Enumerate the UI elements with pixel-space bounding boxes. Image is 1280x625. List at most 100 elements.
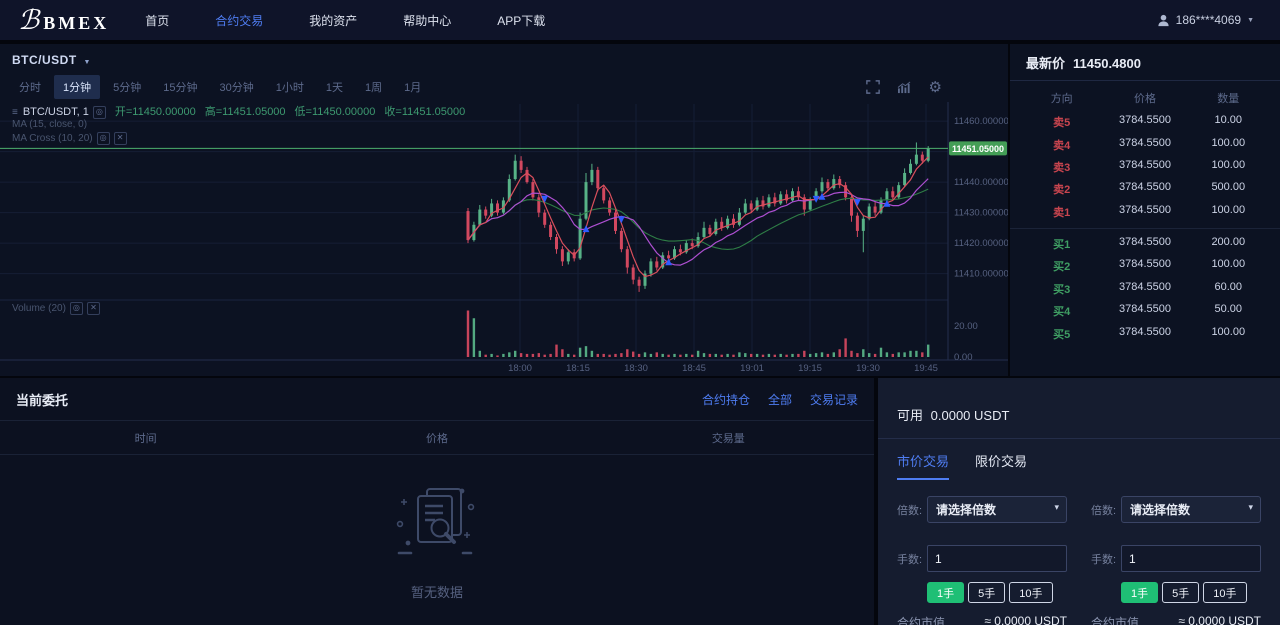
orders-link-0[interactable]: 合约持仓 — [702, 391, 750, 408]
timeframe-tab-8[interactable]: 1月 — [395, 75, 430, 99]
visibility-toggle-icon[interactable]: ◎ — [70, 302, 83, 315]
last-price-value: 11450.4800 — [1073, 56, 1141, 71]
timeframe-tab-4[interactable]: 30分钟 — [211, 75, 263, 99]
order-book-column-header: 价格 — [1097, 90, 1192, 106]
close-icon[interactable]: ✕ — [87, 302, 100, 315]
timeframe-tab-5[interactable]: 1小时 — [267, 75, 313, 99]
order-qty: 200.00 — [1193, 236, 1264, 252]
order-book-row[interactable]: 买23784.5500100.00 — [1010, 255, 1280, 277]
order-book-row[interactable]: 买53784.5500100.00 — [1010, 322, 1280, 344]
leverage-select[interactable]: 请选择倍数 — [927, 496, 1067, 523]
orders-link-2[interactable]: 交易记录 — [810, 391, 858, 408]
timeframe-tab-6[interactable]: 1天 — [317, 75, 352, 99]
order-price: 3784.5500 — [1097, 114, 1192, 130]
nav-item-1[interactable]: 合约交易 — [215, 12, 263, 29]
order-book-row[interactable]: 卖43784.5500100.00 — [1010, 133, 1280, 155]
chevron-down-icon: ▼ — [1247, 17, 1254, 24]
quick-amount-button-2[interactable]: 10手 — [1009, 582, 1052, 603]
amount-input[interactable] — [927, 545, 1067, 572]
leverage-select[interactable]: 请选择倍数 — [1121, 496, 1261, 523]
contract-value-row: 合约市值≈ 0.0000 USDT — [897, 614, 1067, 625]
order-book-column-header: 方向 — [1026, 90, 1097, 106]
timeframe-tab-1[interactable]: 1分钟 — [54, 75, 100, 99]
quick-amount-button-1[interactable]: 5手 — [1162, 582, 1199, 603]
available-value: 0.0000 USDT — [931, 408, 1010, 423]
timeframe-tab-2[interactable]: 5分钟 — [104, 75, 150, 99]
order-qty: 50.00 — [1193, 303, 1264, 319]
orders-table-columns: 时间价格交易量 — [0, 421, 874, 455]
trade-form-sell: 倍数:请选择倍数▾手数:1手5手10手合约市值≈ 0.0000 USDT — [1091, 496, 1261, 625]
open-orders-title: 当前委托 — [16, 390, 68, 409]
order-price: 3784.5500 — [1097, 181, 1192, 197]
contract-value-amount: ≈ 0.0000 USDT — [1178, 614, 1261, 625]
order-book-column-header: 数量 — [1193, 90, 1264, 106]
order-side-label: 买1 — [1026, 236, 1097, 252]
timeframe-tab-0[interactable]: 分时 — [10, 75, 50, 99]
order-price: 3784.5500 — [1097, 258, 1192, 274]
chart-panel: BTC/USDT ▼ 分时1分钟5分钟15分钟30分钟1小时1天1周1月 ⚙ 1… — [0, 44, 1008, 376]
ma-cross-indicator-label: MA Cross (10, 20)◎✕ — [12, 132, 127, 145]
order-book-row[interactable]: 卖33784.5500100.00 — [1010, 156, 1280, 178]
brand-logo[interactable]: ℬ BMEX — [18, 7, 109, 34]
order-book-row[interactable]: 卖23784.5500500.00 — [1010, 178, 1280, 200]
open-orders-panel: 当前委托 合约持仓全部交易记录 时间价格交易量 暂无数据 — [0, 378, 874, 625]
order-book-row[interactable]: 卖13784.5500100.00 — [1010, 201, 1280, 223]
order-price: 3784.5500 — [1097, 326, 1192, 342]
symbol-label: BTC/USDT — [12, 53, 77, 67]
quick-amount-button-2[interactable]: 10手 — [1203, 582, 1246, 603]
leverage-label: 倍数: — [897, 502, 927, 518]
leverage-row: 倍数:请选择倍数▾ — [1091, 496, 1261, 523]
nav-item-4[interactable]: APP下载 — [497, 12, 545, 29]
order-book-row[interactable]: 卖53784.550010.00 — [1010, 111, 1280, 133]
indicator-icon[interactable] — [897, 81, 912, 94]
settings-gear-icon[interactable]: ⚙ — [929, 78, 942, 96]
quick-amount-button-0[interactable]: 1手 — [1121, 582, 1158, 603]
user-phone: 186****4069 — [1176, 13, 1241, 27]
order-qty: 100.00 — [1193, 258, 1264, 274]
nav-item-2[interactable]: 我的资产 — [309, 12, 357, 29]
timeframe-tabs: 分时1分钟5分钟15分钟30分钟1小时1天1周1月 — [10, 75, 430, 99]
svg-text:11420.00000: 11420.00000 — [954, 238, 1008, 249]
svg-text:11451.05000: 11451.05000 — [952, 144, 1004, 154]
order-side-label: 卖3 — [1026, 159, 1097, 175]
svg-text:18:30: 18:30 — [624, 363, 648, 374]
trade-tab-0[interactable]: 市价交易 — [897, 451, 949, 480]
order-qty: 60.00 — [1193, 281, 1264, 297]
order-side-label: 卖5 — [1026, 114, 1097, 130]
timeframe-tab-3[interactable]: 15分钟 — [154, 75, 206, 99]
order-price: 3784.5500 — [1097, 236, 1192, 252]
trade-forms: 倍数:请选择倍数▾手数:1手5手10手合约市值≈ 0.0000 USDT倍数:请… — [878, 480, 1280, 625]
svg-text:18:15: 18:15 — [566, 363, 590, 374]
order-side-label: 买3 — [1026, 281, 1097, 297]
menu-icon[interactable]: ≡ — [12, 107, 18, 118]
quick-amount-buttons: 1手5手10手 — [1121, 582, 1261, 603]
orders-link-1[interactable]: 全部 — [768, 391, 792, 408]
order-book-row[interactable]: 买13784.5500200.00 — [1010, 233, 1280, 255]
svg-text:19:15: 19:15 — [798, 363, 822, 374]
visibility-toggle-icon[interactable]: ◎ — [93, 106, 106, 119]
nav-item-0[interactable]: 首页 — [145, 12, 169, 29]
symbol-selector[interactable]: BTC/USDT ▼ — [12, 53, 91, 67]
ma-indicator-label: MA (15, close, 0) — [12, 119, 87, 130]
order-qty: 10.00 — [1193, 114, 1264, 130]
trade-tab-1[interactable]: 限价交易 — [975, 451, 1027, 480]
timeframe-tab-7[interactable]: 1周 — [356, 75, 391, 99]
order-book-row[interactable]: 买33784.550060.00 — [1010, 278, 1280, 300]
nav-item-3[interactable]: 帮助中心 — [403, 12, 451, 29]
order-price: 3784.5500 — [1097, 281, 1192, 297]
quick-amount-button-0[interactable]: 1手 — [927, 582, 964, 603]
quick-amount-button-1[interactable]: 5手 — [968, 582, 1005, 603]
amount-input[interactable] — [1121, 545, 1261, 572]
svg-text:20.00: 20.00 — [954, 321, 978, 332]
order-qty: 500.00 — [1193, 181, 1264, 197]
visibility-toggle-icon[interactable]: ◎ — [97, 132, 110, 145]
close-icon[interactable]: ✕ — [114, 132, 127, 145]
contract-value-amount: ≈ 0.0000 USDT — [984, 614, 1067, 625]
fullscreen-icon[interactable] — [866, 80, 880, 94]
user-menu[interactable]: 186****4069 ▼ — [1157, 13, 1254, 27]
legend-low: 低=11450.00000 — [295, 106, 376, 118]
order-book-row[interactable]: 买43784.550050.00 — [1010, 300, 1280, 322]
order-side-label: 买5 — [1026, 326, 1097, 342]
no-data-icon — [391, 483, 483, 565]
legend-close: 收=11451.05000 — [384, 106, 465, 118]
